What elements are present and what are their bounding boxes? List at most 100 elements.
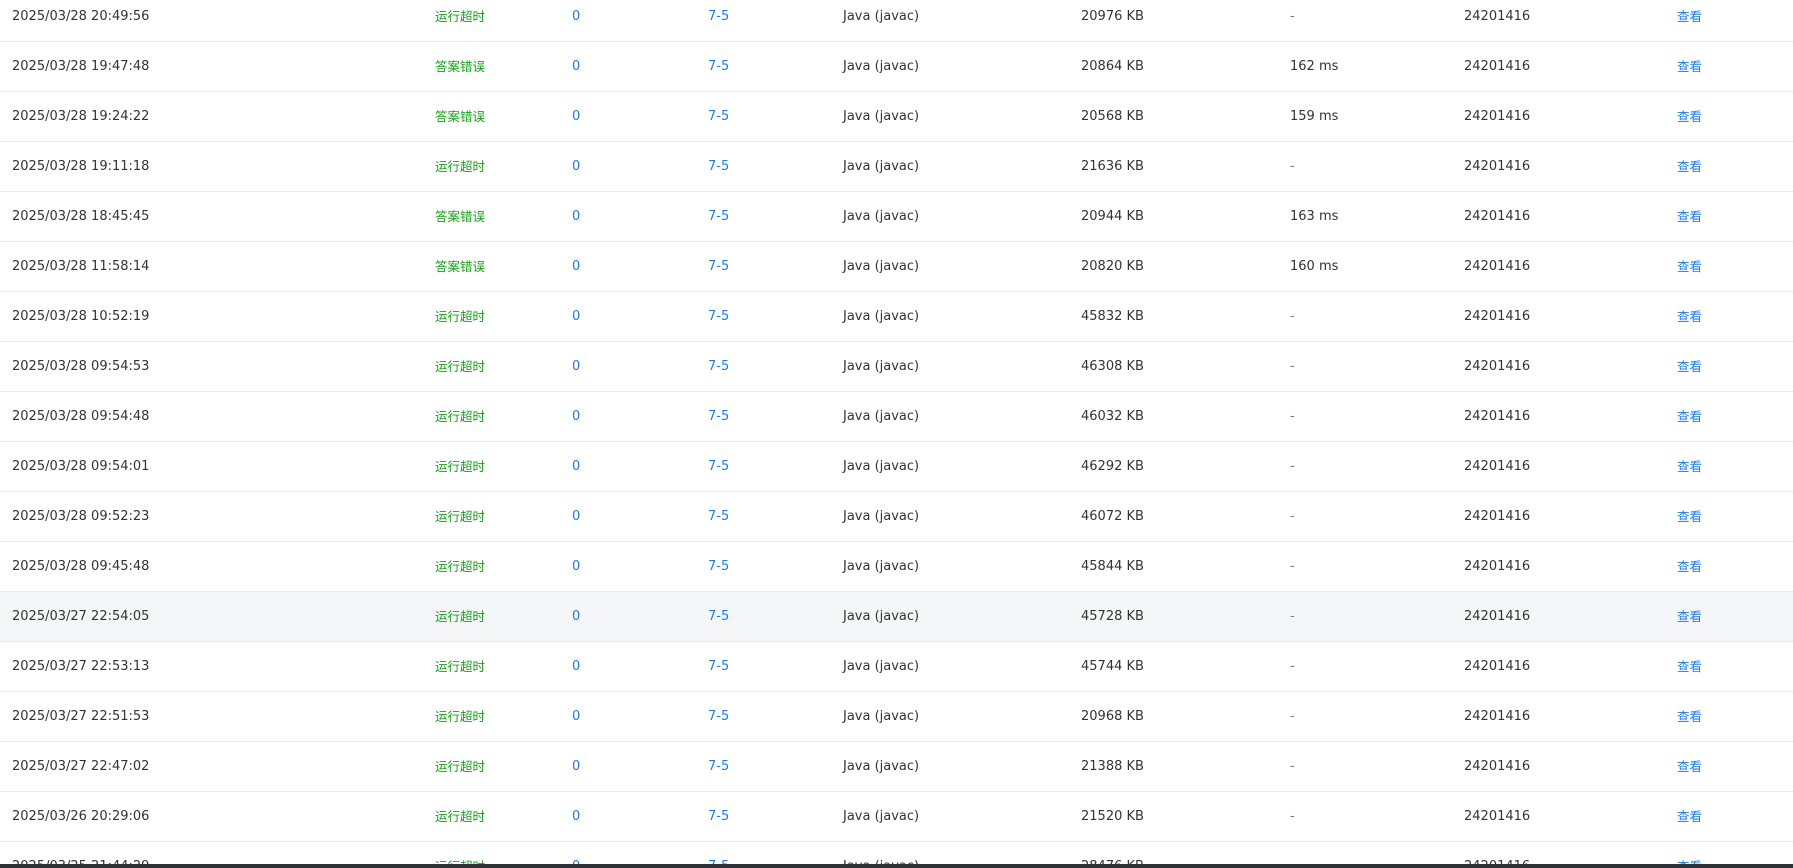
runtime: - — [1290, 759, 1295, 774]
memory-usage: 21636 KB — [1081, 159, 1144, 174]
runtime: - — [1290, 459, 1295, 474]
view-link[interactable]: 查看 — [1677, 742, 1702, 791]
user-id: 24201416 — [1464, 809, 1531, 824]
score-link[interactable]: 0 — [572, 592, 580, 641]
problem-link[interactable]: 7-5 — [708, 342, 729, 391]
problem-link[interactable]: 7-5 — [708, 742, 729, 791]
submit-time: 2025/03/28 19:24:22 — [12, 109, 150, 124]
view-link[interactable]: 查看 — [1677, 542, 1702, 591]
view-link[interactable]: 查看 — [1677, 142, 1702, 191]
problem-link[interactable]: 7-5 — [708, 592, 729, 641]
problem-link[interactable]: 7-5 — [708, 242, 729, 291]
score-link[interactable]: 0 — [572, 392, 580, 441]
problem-link[interactable]: 7-5 — [708, 642, 729, 691]
problem-link[interactable]: 7-5 — [708, 142, 729, 191]
view-link[interactable]: 查看 — [1677, 242, 1702, 291]
score-link[interactable]: 0 — [572, 642, 580, 691]
runtime: - — [1290, 709, 1295, 724]
view-link[interactable]: 查看 — [1677, 392, 1702, 441]
status-label: 答案错误 — [435, 209, 486, 224]
problem-link[interactable]: 7-5 — [708, 442, 729, 491]
language: Java (javac) — [843, 659, 920, 674]
score-link[interactable]: 0 — [572, 92, 580, 141]
score-link[interactable]: 0 — [572, 492, 580, 541]
problem-link[interactable]: 7-5 — [708, 392, 729, 441]
score-link[interactable]: 0 — [572, 792, 580, 841]
score-link[interactable]: 0 — [572, 292, 580, 341]
view-link[interactable]: 查看 — [1677, 292, 1702, 341]
submit-time: 2025/03/28 09:54:53 — [12, 359, 150, 374]
status-label: 答案错误 — [435, 109, 486, 124]
memory-usage: 46292 KB — [1081, 459, 1144, 474]
memory-usage: 21388 KB — [1081, 759, 1144, 774]
problem-link[interactable]: 7-5 — [708, 292, 729, 341]
table-row: 2025/03/28 09:54:48 运行超时 0 7-5 Java (javac) 4… — [0, 392, 1793, 442]
score-link[interactable]: 0 — [572, 342, 580, 391]
view-link[interactable]: 查看 — [1677, 592, 1702, 641]
problem-link[interactable]: 7-5 — [708, 42, 729, 91]
runtime: - — [1290, 359, 1295, 374]
score-link[interactable]: 0 — [572, 692, 580, 741]
language: Java (javac) — [843, 609, 920, 624]
language: Java (javac) — [843, 9, 920, 24]
view-link[interactable]: 查看 — [1677, 92, 1702, 141]
runtime: - — [1290, 559, 1295, 574]
submit-time: 2025/03/28 10:52:19 — [12, 309, 150, 324]
submit-time: 2025/03/28 19:47:48 — [12, 59, 150, 74]
score-link[interactable]: 0 — [572, 142, 580, 191]
table-row: 2025/03/27 22:54:05 运行超时 0 7-5 Java (javac) 4… — [0, 592, 1793, 642]
table-row: 2025/03/28 10:52:19 运行超时 0 7-5 Java (javac) 4… — [0, 292, 1793, 342]
user-id: 24201416 — [1464, 559, 1531, 574]
view-link[interactable]: 查看 — [1677, 0, 1702, 41]
table-row: 2025/03/28 09:52:23 运行超时 0 7-5 Java (javac) 4… — [0, 492, 1793, 542]
view-link[interactable]: 查看 — [1677, 692, 1702, 741]
user-id: 24201416 — [1464, 609, 1531, 624]
runtime: 160 ms — [1290, 259, 1339, 274]
language: Java (javac) — [843, 509, 920, 524]
problem-link[interactable]: 7-5 — [708, 692, 729, 741]
user-id: 24201416 — [1464, 459, 1531, 474]
score-link[interactable]: 0 — [572, 42, 580, 91]
runtime: - — [1290, 809, 1295, 824]
submissions-page: 2025/03/28 20:49:56 运行超时 0 7-5 Java (javac) 2… — [0, 0, 1793, 868]
score-link[interactable]: 0 — [572, 542, 580, 591]
runtime: 163 ms — [1290, 209, 1339, 224]
view-link[interactable]: 查看 — [1677, 192, 1702, 241]
score-link[interactable]: 0 — [572, 0, 580, 41]
status-label: 运行超时 — [435, 9, 486, 24]
status-label: 运行超时 — [435, 459, 486, 474]
problem-link[interactable]: 7-5 — [708, 92, 729, 141]
submit-time: 2025/03/27 22:54:05 — [12, 609, 150, 624]
table-row: 2025/03/28 19:11:18 运行超时 0 7-5 Java (javac) 2… — [0, 142, 1793, 192]
user-id: 24201416 — [1464, 9, 1531, 24]
score-link[interactable]: 0 — [572, 742, 580, 791]
user-id: 24201416 — [1464, 259, 1531, 274]
runtime: - — [1290, 9, 1295, 24]
score-link[interactable]: 0 — [572, 242, 580, 291]
problem-link[interactable]: 7-5 — [708, 492, 729, 541]
view-link[interactable]: 查看 — [1677, 342, 1702, 391]
status-label: 运行超时 — [435, 609, 486, 624]
problem-link[interactable]: 7-5 — [708, 792, 729, 841]
view-link[interactable]: 查看 — [1677, 792, 1702, 841]
runtime: 159 ms — [1290, 109, 1339, 124]
memory-usage: 46308 KB — [1081, 359, 1144, 374]
status-label: 运行超时 — [435, 559, 486, 574]
view-link[interactable]: 查看 — [1677, 42, 1702, 91]
user-id: 24201416 — [1464, 359, 1531, 374]
score-link[interactable]: 0 — [572, 192, 580, 241]
language: Java (javac) — [843, 259, 920, 274]
problem-link[interactable]: 7-5 — [708, 542, 729, 591]
runtime: - — [1290, 159, 1295, 174]
problem-link[interactable]: 7-5 — [708, 0, 729, 41]
score-link[interactable]: 0 — [572, 442, 580, 491]
memory-usage: 45844 KB — [1081, 559, 1144, 574]
view-link[interactable]: 查看 — [1677, 492, 1702, 541]
problem-link[interactable]: 7-5 — [708, 192, 729, 241]
submit-time: 2025/03/28 19:11:18 — [12, 159, 150, 174]
view-link[interactable]: 查看 — [1677, 642, 1702, 691]
view-link[interactable]: 查看 — [1677, 442, 1702, 491]
status-label: 运行超时 — [435, 409, 486, 424]
user-id: 24201416 — [1464, 309, 1531, 324]
memory-usage: 20820 KB — [1081, 259, 1144, 274]
